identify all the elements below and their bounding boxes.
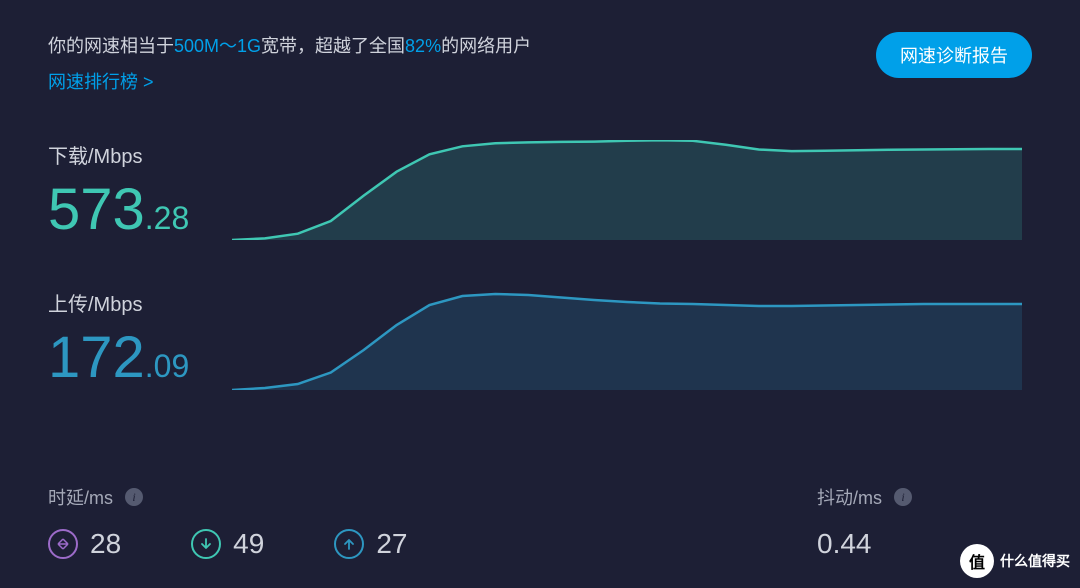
summary-mid: 宽带，超越了全国 (261, 36, 405, 56)
watermark: 值 什么值得买 (960, 544, 1070, 578)
download-label: 下载/Mbps (48, 140, 189, 169)
latency-upload: 27 (334, 528, 407, 560)
upload-frac: .09 (145, 348, 189, 384)
latency-idle-value: 28 (90, 528, 121, 560)
download-frac: .28 (145, 200, 189, 236)
info-icon[interactable]: i (125, 488, 143, 506)
download-chart (232, 140, 1022, 240)
upload-chart (232, 290, 1022, 390)
summary-percent: 82% (405, 36, 441, 56)
summary-suffix: 的网络用户 (441, 36, 531, 56)
download-int: 573 (48, 177, 145, 242)
report-button[interactable]: 网速诊断报告 (876, 32, 1032, 78)
upload-metric: 上传/Mbps 172.09 (48, 288, 189, 387)
idle-icon (48, 529, 78, 559)
jitter-value: 0.44 (817, 528, 912, 560)
upload-label: 上传/Mbps (48, 288, 189, 317)
upload-int: 172 (48, 325, 145, 390)
latency-label: 时延/ms i (48, 484, 407, 510)
watermark-text: 什么值得买 (1000, 551, 1070, 571)
latency-idle: 28 (48, 528, 121, 560)
download-arrow-icon (191, 529, 221, 559)
watermark-badge-icon: 值 (960, 544, 994, 578)
jitter-label: 抖动/ms i (817, 484, 912, 510)
upload-arrow-icon (334, 529, 364, 559)
rank-link[interactable]: 网速排行榜 > (48, 68, 154, 94)
latency-upload-value: 27 (376, 528, 407, 560)
summary-prefix: 你的网速相当于 (48, 36, 174, 56)
summary-bandwidth: 500M～1G (174, 36, 261, 56)
latency-download: 49 (191, 528, 264, 560)
info-icon[interactable]: i (894, 488, 912, 506)
latency-download-value: 49 (233, 528, 264, 560)
speed-summary: 你的网速相当于500M～1G宽带，超越了全国82%的网络用户 (48, 32, 531, 60)
download-metric: 下载/Mbps 573.28 (48, 140, 189, 239)
